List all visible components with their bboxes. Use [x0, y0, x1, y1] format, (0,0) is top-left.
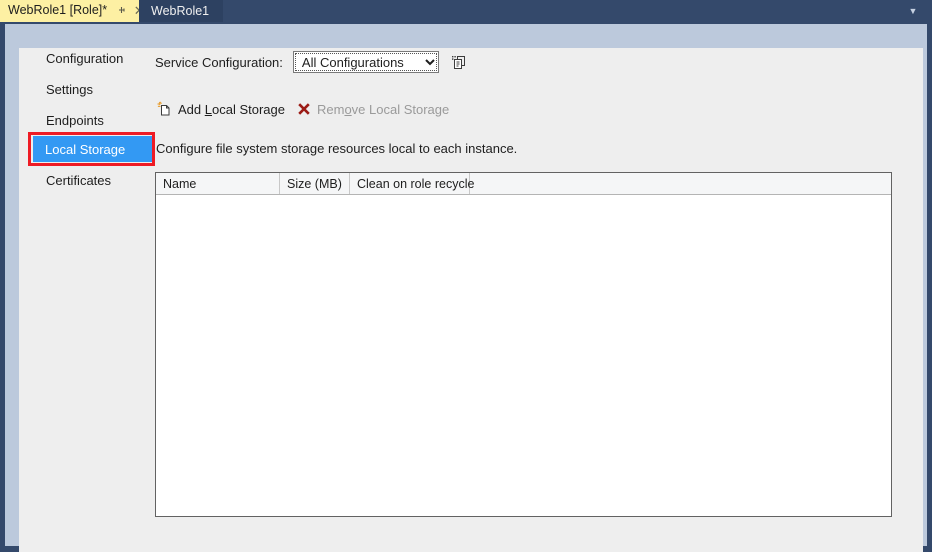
local-storage-pane: Service Configuration: All Configuration…	[154, 24, 918, 528]
grid-body-empty[interactable]	[156, 195, 891, 515]
service-configuration-row: Service Configuration: All Configuration…	[155, 51, 469, 73]
tab-webrole1-role[interactable]: WebRole1 [Role]* ✕	[0, 0, 153, 22]
add-local-storage-button[interactable]: Add Local Storage	[156, 100, 285, 118]
sidebar-item-label: Certificates	[46, 172, 112, 188]
pin-icon[interactable]	[115, 3, 129, 17]
grid-column-header-clean-on-role-recycle[interactable]: Clean on role recycle	[350, 173, 474, 194]
sidebar-item-certificates[interactable]: Certificates	[34, 167, 152, 193]
pane-description: Configure file system storage resources …	[156, 141, 518, 156]
new-local-storage-icon	[156, 100, 174, 118]
tab-strip: WebRole1 [Role]* ✕ WebRole1 ▼	[0, 0, 932, 22]
sidebar-nav: Configuration Settings Endpoints Local S…	[14, 24, 155, 528]
sidebar-item-local-storage[interactable]: Local Storage	[33, 136, 152, 162]
remove-local-storage-label: Remove Local Storage	[316, 101, 450, 117]
grid-column-header-name[interactable]: Name	[156, 173, 280, 194]
chevron-down-icon[interactable]: ▼	[904, 0, 922, 22]
red-x-delete-icon	[295, 100, 313, 118]
copy-configuration-icon[interactable]	[451, 53, 469, 71]
remove-local-storage-button[interactable]: Remove Local Storage	[295, 100, 449, 118]
sidebar-item-label: Configuration	[46, 50, 124, 66]
sidebar-item-endpoints[interactable]: Endpoints	[34, 107, 152, 133]
local-storage-toolbar: Add Local Storage Remove Local Storage	[156, 100, 459, 118]
sidebar-item-label: Endpoints	[46, 112, 104, 128]
service-configuration-select[interactable]: All Configurations	[292, 51, 439, 73]
grid-column-header-filler	[470, 173, 891, 194]
grid-column-header-size[interactable]: Size (MB)	[280, 173, 350, 194]
local-storage-grid[interactable]: Name Size (MB) Clean on role recycle	[155, 172, 892, 517]
add-local-storage-label: Add Local Storage	[178, 101, 285, 117]
sidebar-item-configuration[interactable]: Configuration	[34, 45, 152, 71]
service-configuration-label: Service Configuration:	[155, 54, 283, 70]
sidebar-item-label: Local Storage	[45, 141, 126, 157]
grid-header-row: Name Size (MB) Clean on role recycle	[156, 173, 891, 195]
sidebar-item-label: Settings	[46, 81, 93, 97]
sidebar-item-settings[interactable]: Settings	[34, 76, 152, 102]
tab-label: WebRole1	[151, 4, 210, 18]
tab-label: WebRole1 [Role]*	[8, 3, 108, 17]
tab-webrole1[interactable]: WebRole1	[139, 0, 224, 22]
